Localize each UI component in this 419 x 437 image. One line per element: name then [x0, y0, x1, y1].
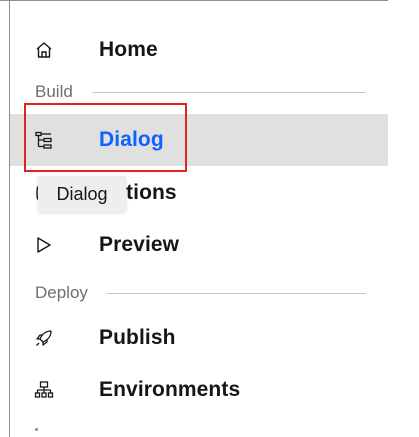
sidebar-item-label: Preview [99, 233, 180, 256]
section-header-deploy: Deploy [10, 281, 388, 305]
sidebar-item-label: Dialog [99, 128, 164, 151]
section-divider [92, 92, 366, 93]
tree-view-icon [34, 130, 54, 150]
hierarchy-icon [34, 380, 54, 400]
play-icon [34, 235, 54, 255]
rocket-icon [34, 328, 54, 348]
sidebar-item-home[interactable]: Home [10, 24, 388, 76]
tooltip: Dialog [38, 176, 126, 212]
sidebar-item-publish[interactable]: Publish [10, 312, 388, 364]
sidebar-item-preview[interactable]: Preview [10, 219, 388, 271]
sidebar-item-label: Environments [99, 378, 241, 401]
divider [0, 0, 388, 1]
section-divider [107, 293, 366, 294]
section-header-build: Build [10, 80, 388, 104]
sidebar-navigation: Home Build Dialog Actions Preview Deploy… [0, 0, 419, 437]
sidebar-item-label: Publish [99, 326, 176, 349]
sidebar-item-environments[interactable]: Environments [10, 364, 388, 416]
section-title: Deploy [35, 283, 88, 302]
sidebar-item-dialog[interactable]: Dialog [10, 114, 388, 166]
home-icon [34, 40, 54, 60]
section-title: Build [35, 82, 73, 101]
scroll-indicator [35, 428, 38, 431]
sidebar-item-label: Home [99, 38, 158, 61]
